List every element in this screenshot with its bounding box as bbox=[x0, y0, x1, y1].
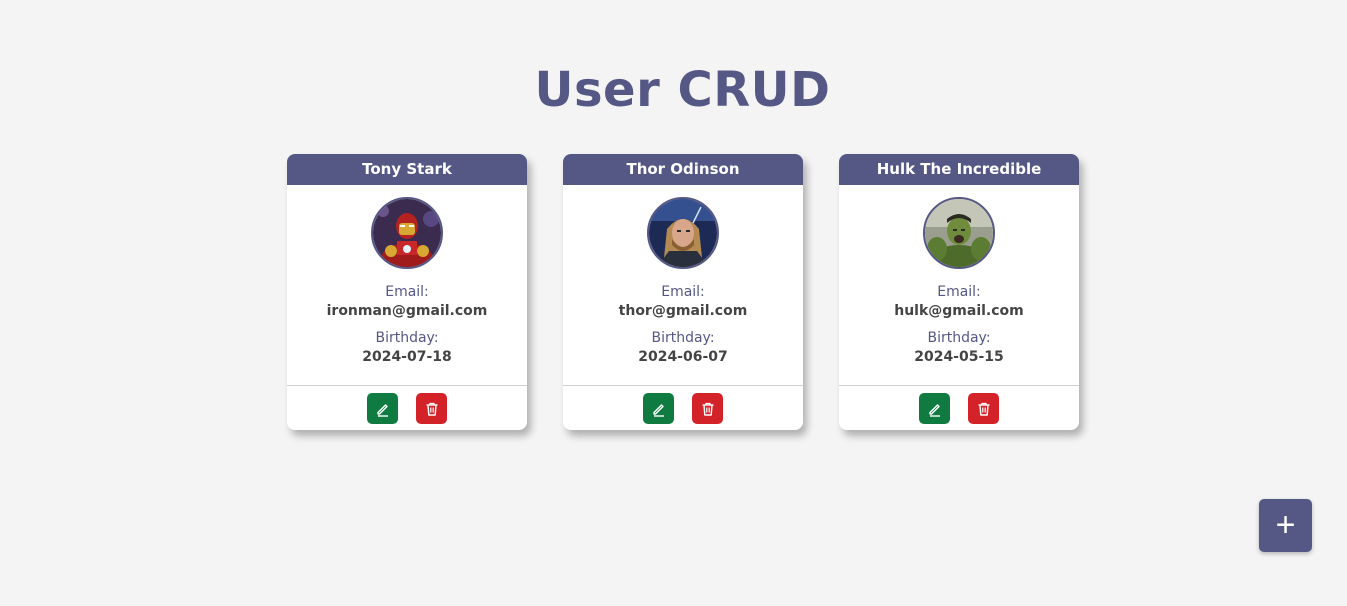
thor-avatar-image bbox=[649, 199, 717, 267]
birthday-label: Birthday: bbox=[927, 330, 991, 346]
delete-button[interactable] bbox=[968, 393, 999, 424]
page-title: User CRUD bbox=[534, 62, 831, 118]
edit-button[interactable] bbox=[643, 393, 674, 424]
add-user-button[interactable]: + bbox=[1259, 499, 1312, 552]
user-name: Tony Stark bbox=[287, 154, 527, 185]
email-value: ironman@gmail.com bbox=[326, 303, 488, 319]
trash-icon bbox=[426, 402, 437, 416]
user-card: Thor Odinson Email: thor@gmail.com Birth… bbox=[563, 154, 803, 430]
birthday-value: 2024-07-18 bbox=[362, 349, 452, 365]
birthday-value: 2024-06-07 bbox=[638, 349, 728, 365]
card-actions bbox=[839, 385, 1079, 430]
pencil-icon bbox=[376, 403, 388, 417]
page: User CRUD Tony Stark Email: ironman@gmai… bbox=[0, 0, 1347, 606]
email-value: hulk@gmail.com bbox=[894, 303, 1024, 319]
delete-button[interactable] bbox=[416, 393, 447, 424]
user-card: Tony Stark Email: ironman@gmail.com Birt… bbox=[287, 154, 527, 430]
birthday-label: Birthday: bbox=[375, 330, 439, 346]
email-label: Email: bbox=[661, 284, 705, 300]
user-name: Thor Odinson bbox=[563, 154, 803, 185]
birthday-value: 2024-05-15 bbox=[914, 349, 1004, 365]
user-card-list: Tony Stark Email: ironman@gmail.com Birt… bbox=[287, 154, 1079, 430]
email-value: thor@gmail.com bbox=[618, 303, 748, 319]
user-card: Hulk The Incredible Email: hulk@gmail.co… bbox=[839, 154, 1079, 430]
trash-icon bbox=[978, 402, 989, 416]
avatar bbox=[647, 197, 719, 269]
avatar bbox=[923, 197, 995, 269]
avatar bbox=[371, 197, 443, 269]
delete-button[interactable] bbox=[692, 393, 723, 424]
email-label: Email: bbox=[937, 284, 981, 300]
pencil-icon bbox=[652, 403, 664, 417]
email-label: Email: bbox=[385, 284, 429, 300]
trash-icon bbox=[702, 402, 713, 416]
card-actions bbox=[563, 385, 803, 430]
edit-button[interactable] bbox=[919, 393, 950, 424]
hulk-avatar-image bbox=[925, 199, 993, 267]
birthday-label: Birthday: bbox=[651, 330, 715, 346]
pencil-icon bbox=[928, 403, 940, 417]
edit-button[interactable] bbox=[367, 393, 398, 424]
user-name: Hulk The Incredible bbox=[839, 154, 1079, 185]
iron-man-avatar-image bbox=[373, 199, 441, 267]
card-actions bbox=[287, 385, 527, 430]
